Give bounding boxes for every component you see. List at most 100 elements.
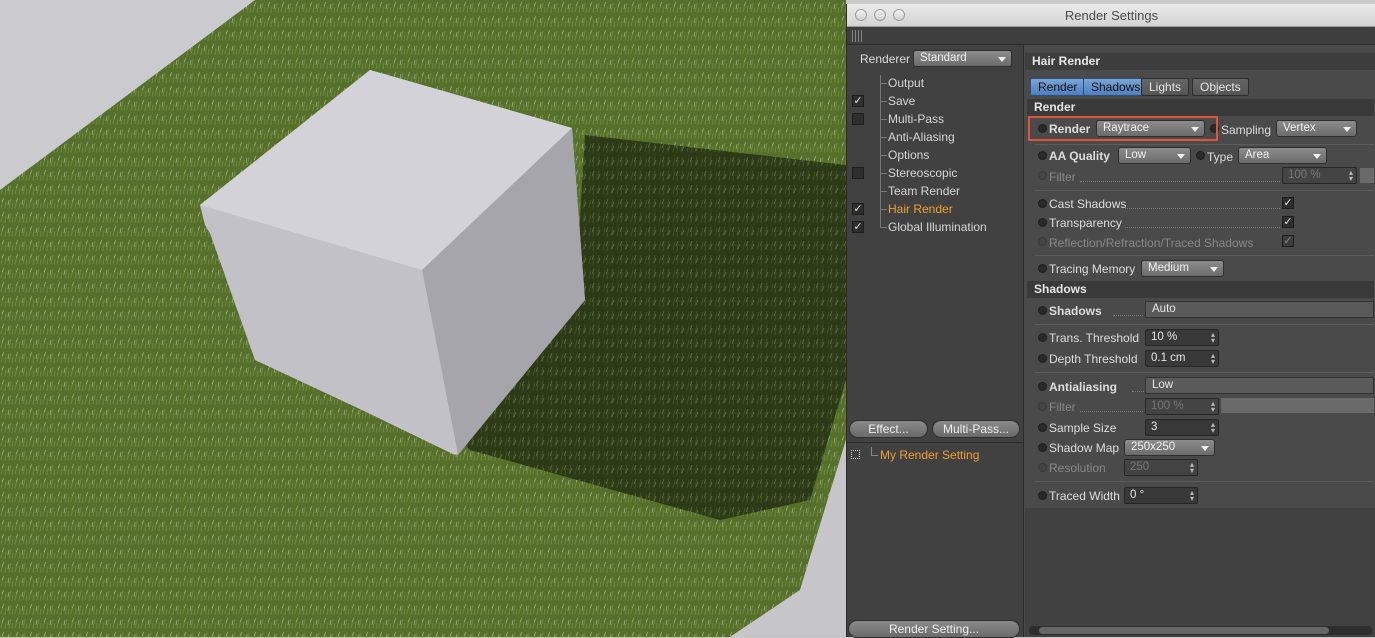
render-setting-button[interactable]: Render Setting... (848, 620, 1020, 638)
traced-width-label: Traced Width (1049, 489, 1120, 503)
tab-objects[interactable]: Objects (1192, 78, 1249, 96)
scrollbar-thumb[interactable] (1039, 627, 1329, 634)
traced-width-field[interactable]: 0 ° ▴ ▾ (1124, 487, 1198, 504)
shadows-dropdown[interactable]: Auto (1145, 301, 1374, 318)
shadows-section-header: Shadows (1027, 281, 1374, 298)
aa-quality-dropdown[interactable]: Low (1118, 147, 1191, 164)
zoom-window-button[interactable] (893, 9, 905, 21)
sampling-value: Vertex (1283, 122, 1316, 134)
resolution-radio (1038, 463, 1047, 472)
reflection-radio (1038, 237, 1047, 246)
filter-label: Filter (1049, 170, 1076, 184)
dotted-leader (1113, 304, 1143, 316)
divider (1035, 144, 1374, 145)
tracing-memory-radio[interactable] (1038, 264, 1047, 273)
tree-item-antialiasing[interactable]: Anti-Aliasing (880, 129, 955, 145)
divider (1035, 190, 1374, 191)
global-illumination-checkbox[interactable]: ✓ (852, 221, 864, 233)
sampling-label: Sampling (1221, 123, 1272, 137)
chevron-down-icon (1343, 127, 1351, 132)
shadow-map-radio[interactable] (1038, 443, 1047, 452)
traced-width-radio[interactable] (1038, 491, 1047, 500)
window-titlebar[interactable]: Render Settings (847, 4, 1375, 27)
tree-item-label: Anti-Aliasing (888, 130, 955, 144)
aa-quality-value: Low (1125, 149, 1147, 161)
render-setting-name[interactable]: My Render Setting (880, 448, 979, 462)
shadows-radio[interactable] (1038, 306, 1047, 315)
type-radio[interactable] (1196, 151, 1205, 160)
tree-item-save[interactable]: Save (880, 93, 916, 109)
highlight-box (1028, 116, 1218, 141)
tree-item-label: Save (888, 94, 916, 108)
cast-shadows-radio[interactable] (1038, 199, 1047, 208)
tree-item-label: Stereoscopic (888, 166, 958, 180)
shadows-label: Shadows (1049, 304, 1102, 318)
grass-cube-render (0, 0, 846, 637)
transparency-radio[interactable] (1038, 218, 1047, 227)
cast-shadows-label: Cast Shadows (1049, 197, 1127, 211)
viewport-render (0, 0, 846, 637)
renderer-dropdown[interactable]: Standard (913, 50, 1012, 67)
depth-threshold-radio[interactable] (1038, 354, 1047, 363)
stereoscopic-checkbox[interactable] (852, 167, 864, 179)
tree-item-team-render[interactable]: Team Render (880, 183, 961, 199)
sample-size-radio[interactable] (1038, 423, 1047, 432)
filter-slider (1360, 168, 1374, 183)
multipass-button[interactable]: Multi-Pass... (932, 420, 1020, 438)
trans-threshold-field[interactable]: 10 % ▴ ▾ (1145, 329, 1219, 346)
tree-item-label: Output (888, 76, 925, 90)
cast-shadows-checkbox[interactable]: ✓ (1282, 197, 1294, 209)
type-dropdown[interactable]: Area (1238, 147, 1327, 164)
filter-radio (1038, 171, 1047, 180)
sampling-dropdown[interactable]: Vertex (1276, 120, 1357, 137)
filter2-radio (1038, 402, 1047, 411)
grip-icon[interactable] (852, 30, 864, 42)
tree-item-output[interactable]: Output (880, 75, 925, 91)
divider (1035, 324, 1374, 325)
aa-quality-radio[interactable] (1038, 151, 1047, 160)
chevron-down-icon (1201, 446, 1209, 451)
horizontal-scrollbar[interactable] (1029, 626, 1372, 635)
divider (847, 442, 1023, 443)
tree-item-multipass[interactable]: Multi-Pass (880, 111, 945, 127)
filter-field: 100 % ▴ ▾ (1282, 167, 1357, 184)
effect-button[interactable]: Effect... (849, 420, 928, 438)
dotted-leader (1080, 170, 1280, 182)
reflection-checkbox: ✓ (1282, 235, 1294, 247)
close-window-button[interactable] (855, 9, 867, 21)
trans-threshold-radio[interactable] (1038, 333, 1047, 342)
aa-quality-label: AA Quality (1049, 149, 1110, 163)
sample-size-value: 3 (1151, 421, 1158, 433)
tree-item-label: Multi-Pass (888, 112, 945, 126)
shadow-map-dropdown[interactable]: 250x250 (1124, 439, 1215, 456)
tree-item-stereoscopic[interactable]: Stereoscopic (880, 165, 958, 181)
resolution-value: 250 (1130, 461, 1150, 473)
chevron-down-icon (1313, 154, 1321, 159)
minimize-window-button[interactable] (874, 9, 886, 21)
renderer-label: Renderer (860, 52, 911, 66)
tree-item-label: Team Render (888, 184, 961, 198)
depth-threshold-field[interactable]: 0.1 cm ▴ ▾ (1145, 350, 1219, 367)
type-label: Type (1207, 150, 1234, 164)
hair-render-checkbox[interactable]: ✓ (852, 203, 864, 215)
tab-lights[interactable]: Lights (1141, 78, 1190, 96)
antialiasing-radio[interactable] (1038, 382, 1047, 391)
sample-size-label: Sample Size (1049, 421, 1117, 435)
tree-item-hair-render[interactable]: Hair Render (880, 201, 953, 217)
save-checkbox[interactable]: ✓ (852, 95, 864, 107)
chevron-down-icon (1177, 154, 1185, 159)
tab-shadows[interactable]: Shadows (1083, 78, 1149, 96)
tab-render[interactable]: Render (1030, 78, 1086, 96)
expand-icon[interactable] (851, 450, 860, 459)
tree-item-global-illumination[interactable]: Global Illumination (880, 219, 987, 235)
trans-threshold-label: Trans. Threshold (1049, 331, 1140, 345)
tree-item-label: Options (888, 148, 930, 162)
tree-item-label: Hair Render (888, 202, 953, 216)
multipass-checkbox[interactable] (852, 113, 864, 125)
transparency-checkbox[interactable]: ✓ (1282, 216, 1294, 228)
tracing-memory-dropdown[interactable]: Medium (1141, 260, 1224, 277)
sample-size-field[interactable]: 3 ▴ ▾ (1145, 419, 1219, 436)
tree-item-options[interactable]: Options (880, 147, 930, 163)
antialiasing-dropdown[interactable]: Low (1145, 377, 1374, 394)
divider (1035, 255, 1374, 256)
